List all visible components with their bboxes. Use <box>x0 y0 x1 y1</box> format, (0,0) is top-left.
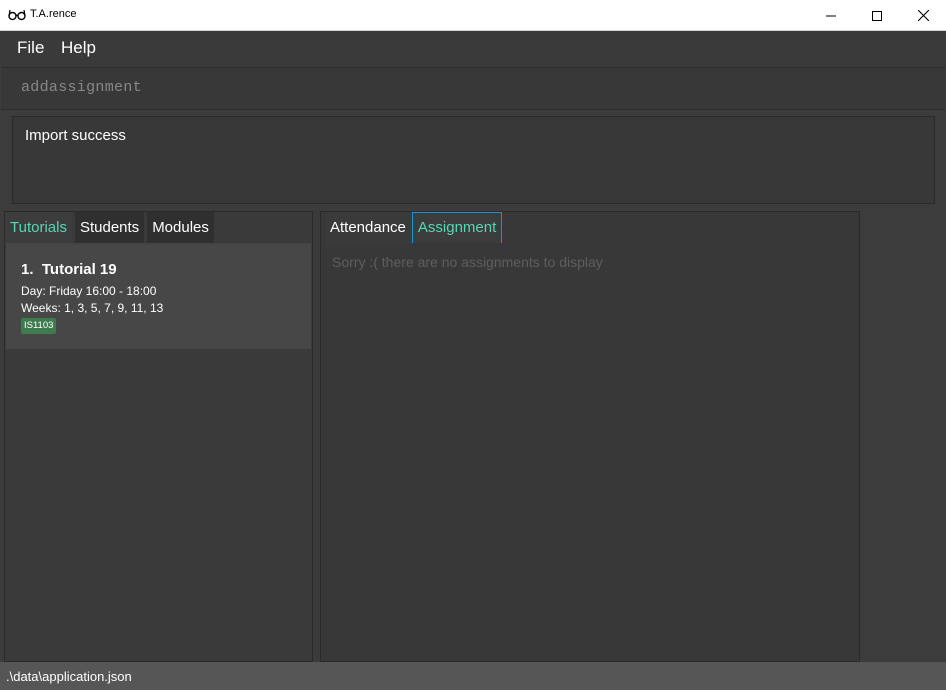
tab-students[interactable]: Students <box>74 212 145 243</box>
command-input[interactable]: addassignment <box>21 79 142 96</box>
tutorial-day: Day: Friday 16:00 - 18:00 <box>21 284 157 298</box>
tutorial-index: 1. <box>21 261 34 278</box>
tutorials-panel: Tutorials Students Modules 1. Tutorial 1… <box>4 211 313 662</box>
tutorial-name: Tutorial 19 <box>41 261 117 278</box>
glasses-icon <box>8 9 26 21</box>
result-message: Import success <box>25 127 126 144</box>
close-icon <box>917 10 929 21</box>
tutorial-card[interactable]: 1. Tutorial 19 Day: Friday 16:00 - 18:00… <box>6 245 311 349</box>
minimize-button[interactable] <box>808 0 854 31</box>
right-tab-bar: Attendance Assignment <box>325 212 503 243</box>
tab-assignment[interactable]: Assignment <box>411 212 503 243</box>
close-button[interactable] <box>900 0 946 31</box>
menu-help[interactable]: Help <box>61 38 96 58</box>
save-file-path: .\data\application.json <box>6 669 132 684</box>
result-display: Import success <box>12 116 935 204</box>
tab-attendance[interactable]: Attendance <box>325 212 411 243</box>
maximize-button[interactable] <box>854 0 900 31</box>
command-box[interactable]: addassignment <box>1 67 945 110</box>
tab-tutorials[interactable]: Tutorials <box>5 212 72 243</box>
maximize-icon <box>872 10 882 21</box>
left-tab-bar: Tutorials Students Modules <box>5 212 217 243</box>
title-bar: T.A.rence <box>0 0 946 31</box>
right-margin <box>860 211 946 662</box>
tutorial-weeks: Weeks: 1, 3, 5, 7, 9, 11, 13 <box>21 301 164 315</box>
empty-assignments-message: Sorry :( there are no assignments to dis… <box>332 254 603 270</box>
menu-file[interactable]: File <box>17 38 44 58</box>
window-title: T.A.rence <box>30 8 77 20</box>
tab-modules[interactable]: Modules <box>147 212 214 243</box>
result-panel: Import success <box>0 110 946 210</box>
status-bar: .\data\application.json <box>0 662 946 690</box>
minimize-icon <box>826 15 836 16</box>
tutorial-title: 1. Tutorial 19 <box>21 261 117 278</box>
module-tag: IS1103 <box>21 318 57 334</box>
details-panel: Attendance Assignment Sorry :( there are… <box>320 211 860 662</box>
menu-bar: File Help <box>0 31 946 67</box>
